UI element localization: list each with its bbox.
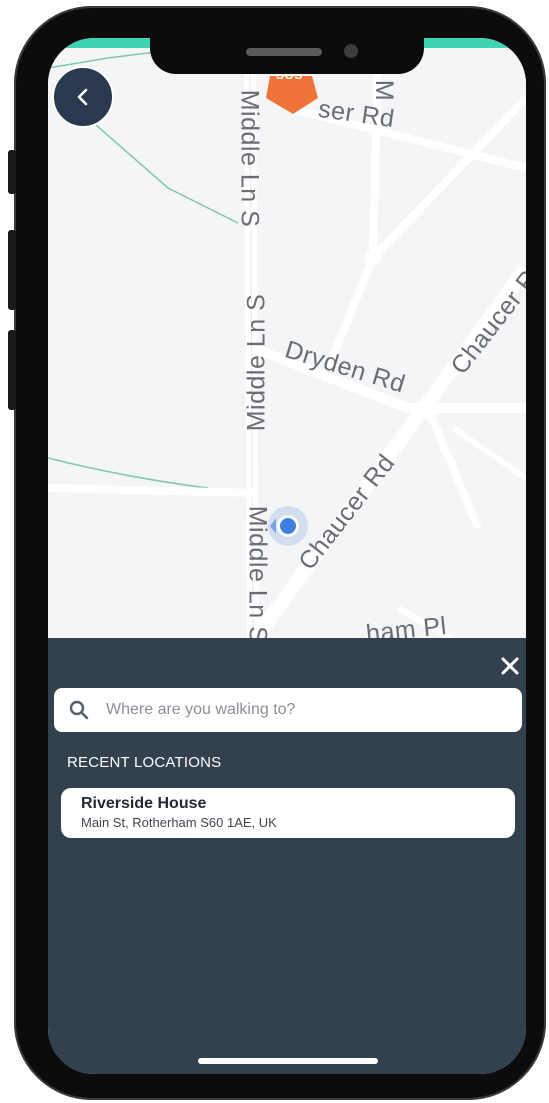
destination-panel: RECENT LOCATIONS Riverside House Main St…: [48, 638, 526, 1074]
search-icon: [69, 700, 89, 720]
road-label-middle-ln-s-top: Middle Ln S: [235, 89, 264, 228]
mute-switch: [8, 150, 16, 194]
close-icon: [501, 657, 519, 675]
back-button[interactable]: [52, 66, 114, 128]
app-screen: SOS ser Rd M Middle Ln S Middle Ln S Mid…: [48, 38, 526, 1074]
search-input[interactable]: [104, 700, 484, 720]
map-view[interactable]: SOS ser Rd M Middle Ln S Middle Ln S Mid…: [48, 48, 526, 648]
close-button[interactable]: [496, 652, 524, 680]
recent-location-item[interactable]: Riverside House Main St, Rotherham S60 1…: [61, 788, 515, 838]
speaker-grille: [246, 48, 322, 56]
volume-down-button: [8, 330, 16, 410]
home-indicator[interactable]: [198, 1058, 378, 1064]
recent-locations-title: RECENT LOCATIONS: [67, 754, 222, 771]
road-label-middle-ln-s-mid: Middle Ln S: [242, 293, 271, 432]
device-notch: [150, 38, 424, 74]
front-camera: [344, 44, 358, 58]
volume-up-button: [8, 230, 16, 310]
road-label-middle-ln-s-bottom: Middle Ln S: [243, 505, 272, 644]
chevron-left-icon: [77, 88, 88, 106]
road-label-m: M: [370, 79, 399, 102]
location-address: Main St, Rotherham S60 1AE, UK: [81, 815, 277, 830]
location-name: Riverside House: [81, 795, 207, 812]
search-bar[interactable]: [54, 688, 522, 732]
